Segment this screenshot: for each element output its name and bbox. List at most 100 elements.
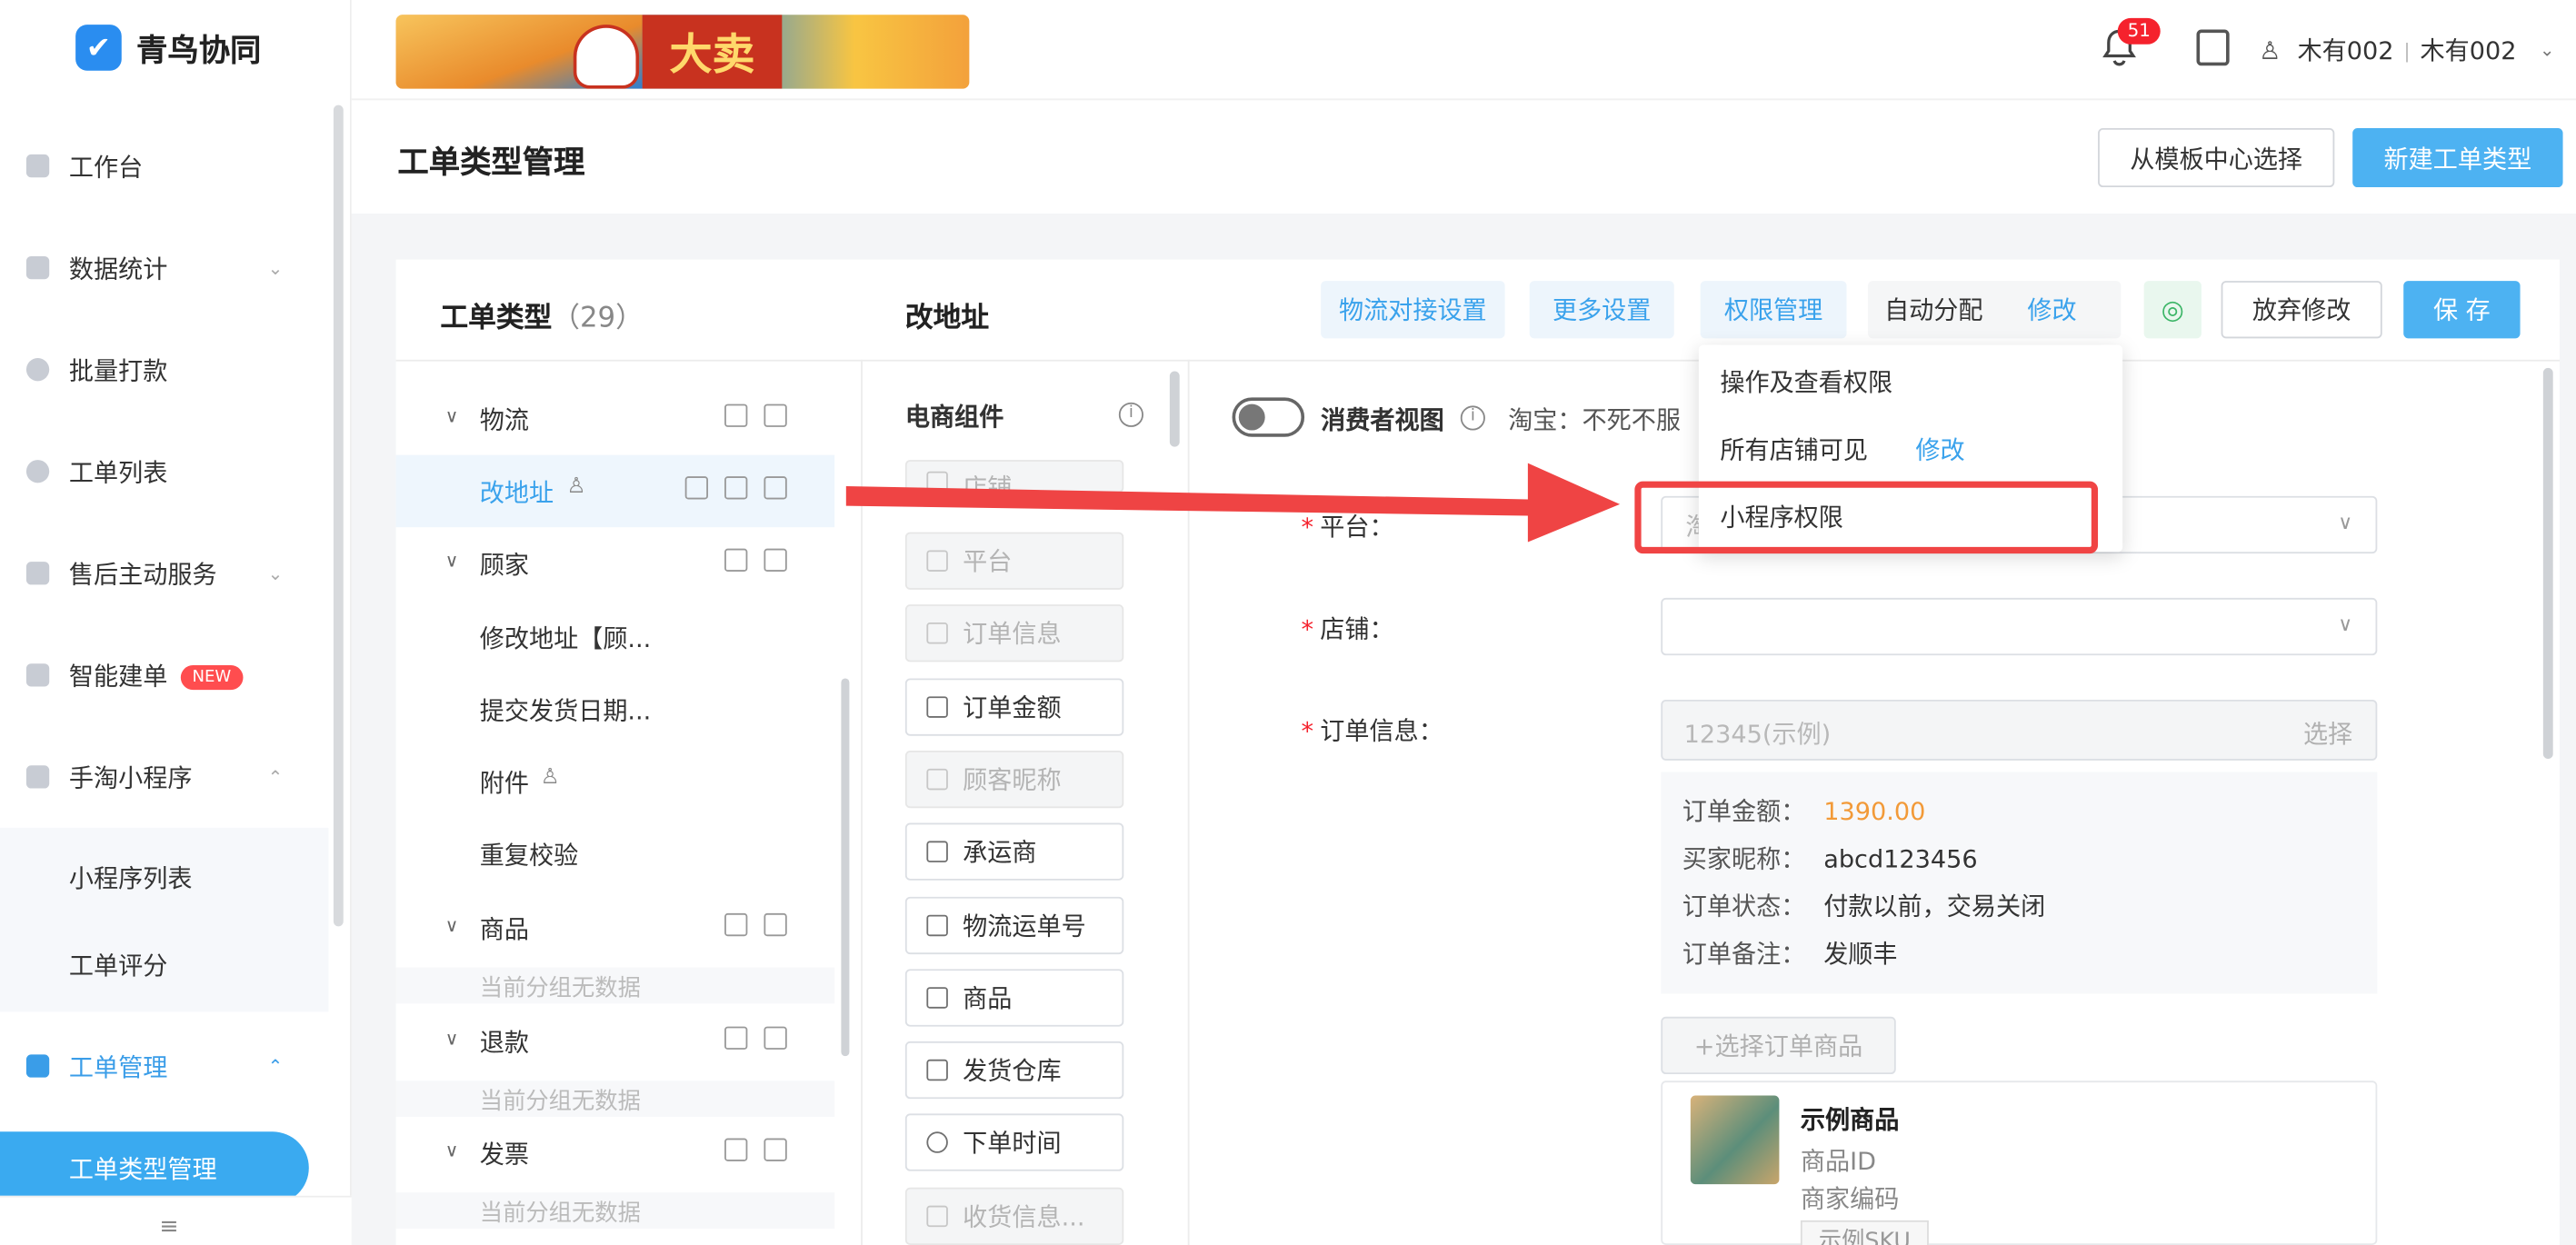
sidebar-item-label: 售后主动服务 [68, 559, 217, 589]
tree-item[interactable]: 修改地址【顾... [396, 602, 835, 674]
trash-icon[interactable] [764, 476, 787, 500]
new-ticket-type-button[interactable]: 新建工单类型 [2352, 127, 2563, 188]
tree-group-gujia[interactable]: ∨ 顾家 [396, 527, 835, 600]
user-menu[interactable]: ♙ 木有002 | 木有002 ⌄ [2259, 33, 2554, 67]
component-goods[interactable]: 商品 [904, 969, 1124, 1027]
tree-group-goods[interactable]: ∨ 商品 [396, 891, 835, 964]
tree-group-logistics[interactable]: ∨ 物流 [396, 383, 835, 455]
sidebar-item-batch-pay[interactable]: 批量打款 [0, 328, 328, 410]
row-actions [724, 1026, 787, 1050]
info-icon[interactable]: i [1460, 405, 1485, 431]
tab-logistics-settings[interactable]: 物流对接设置 [1321, 281, 1505, 339]
sidebar-item-aftersale[interactable]: 售后主动服务 ⌄ [0, 533, 328, 614]
order-info-input[interactable]: 12345(示例) 选择 [1661, 699, 2378, 761]
collapse-sidebar-icon[interactable]: ≡ [159, 1214, 178, 1240]
trash-icon[interactable] [764, 1138, 787, 1161]
sidebar-item-stats[interactable]: 数据统计 ⌄ [0, 226, 328, 308]
consumer-view-toggle[interactable] [1232, 397, 1305, 437]
tree-group-refund[interactable]: ∨ 退款 [396, 1005, 835, 1078]
edit-icon[interactable] [724, 403, 748, 427]
tree-item[interactable]: 重复校验 [396, 818, 835, 891]
chevron-down-icon: ∨ [2338, 511, 2353, 534]
order-info-label: * 订单信息： [1301, 716, 1443, 746]
auto-assign-modify-link[interactable]: 修改 [2027, 293, 2076, 327]
edit-icon[interactable] [724, 476, 748, 500]
edit-icon[interactable] [724, 1026, 748, 1050]
choose-template-button[interactable]: 从模板中心选择 [2098, 127, 2335, 188]
empty-group-notice: 当前分组无数据 [395, 1192, 835, 1229]
sidebar-item-ticket-list[interactable]: 工单列表 [0, 431, 328, 513]
trash-icon[interactable] [764, 1026, 787, 1050]
bag-icon [926, 987, 948, 1009]
tree-scrollbar[interactable] [841, 678, 850, 1057]
component-tracking-no[interactable]: 物流运单号 [904, 896, 1124, 955]
trash-icon[interactable] [764, 912, 787, 937]
sidebar-item-label: 工单列表 [68, 457, 168, 487]
component-customer-nick[interactable]: 顾客昵称 [904, 750, 1124, 809]
menu-item-all-shops-visible[interactable]: 所有店铺可见 [1720, 432, 1868, 466]
components-scrollbar[interactable] [1169, 371, 1180, 447]
bar-chart-icon [25, 255, 50, 280]
tree-item[interactable]: 提交发货日期... [396, 673, 835, 746]
order-select-link[interactable]: 选择 [2303, 716, 2352, 751]
sidebar-item-workbench[interactable]: 工作台 [0, 124, 328, 206]
row-actions [724, 548, 787, 572]
chevron-down-icon: ⌄ [267, 563, 284, 584]
sidebar-item-mini-program-list[interactable]: 小程序列表 [0, 836, 328, 918]
location-pin-icon[interactable]: ◎ [2143, 281, 2202, 339]
edit-icon[interactable] [724, 1138, 748, 1161]
component-receiver-info[interactable]: 收货信息... [904, 1187, 1124, 1245]
sidebar-item-ticket-rating[interactable]: 工单评分 [0, 923, 328, 1005]
edit-icon[interactable] [724, 912, 748, 937]
merchant-code: 商家编码 [1800, 1184, 1900, 1214]
info-icon[interactable]: i [1118, 402, 1143, 427]
platform-hint: 淘宝：不死不服 [1508, 405, 1681, 435]
row-actions [724, 1138, 787, 1161]
sidebar-item-label: 工作台 [68, 152, 144, 182]
copy-icon[interactable] [684, 476, 708, 500]
edit-icon[interactable] [724, 548, 748, 572]
menu-item-operate-view-permission[interactable]: 操作及查看权限 [1720, 364, 1892, 399]
promo-banner[interactable]: 大卖 [395, 15, 970, 89]
tree-group-invoice[interactable]: ∨ 发票 [396, 1117, 835, 1190]
tab-permission-manage[interactable]: 权限管理 [1700, 281, 1847, 339]
shops-visible-modify-link[interactable]: 修改 [1915, 432, 1964, 466]
tree-item-change-address[interactable]: 改地址 ♙ [395, 454, 835, 528]
tree-label: 物流 [479, 405, 530, 435]
tree-label: 提交发货日期... [479, 696, 652, 726]
component-warehouse[interactable]: 发货仓库 [904, 1041, 1124, 1100]
chevron-down-icon: ∨ [444, 405, 459, 427]
row-actions [724, 912, 787, 937]
save-button[interactable]: 保 存 [2403, 281, 2521, 339]
sidebar-item-smart-create[interactable]: 智能建单 NEW [0, 634, 328, 716]
component-order-time[interactable]: 下单时间 [904, 1113, 1124, 1171]
sidebar-item-ticket-manage[interactable]: 工单管理 ⌃ [0, 1025, 328, 1107]
sidebar-item-mini-program[interactable]: 手淘小程序 ⌃ [0, 736, 328, 818]
product-thumbnail [1690, 1095, 1780, 1185]
editor-title: 改地址 [904, 302, 990, 335]
trash-icon[interactable] [764, 403, 787, 427]
app-logo[interactable]: ✔ 青鸟协同 [75, 25, 261, 71]
select-order-goods-button[interactable]: +选择订单商品 [1661, 1016, 1896, 1075]
buyer-nick-row: 买家昵称： abcd123456 [1682, 844, 1978, 874]
ticket-icon [25, 1054, 50, 1078]
discard-changes-button[interactable]: 放弃修改 [2221, 281, 2382, 339]
user-divider: | [2403, 38, 2411, 62]
checklist-icon [926, 622, 948, 644]
tree-item-attachment[interactable]: 附件 ♙ [396, 746, 835, 819]
tab-more-settings[interactable]: 更多设置 [1529, 281, 1674, 339]
component-order-info[interactable]: 订单信息 [904, 604, 1124, 662]
user-icon: ♙ [540, 765, 560, 791]
sidebar-item-label: 工单评分 [68, 950, 168, 981]
monitor-icon [25, 154, 50, 178]
clipboard-icon [25, 765, 50, 789]
doc-icon [25, 663, 50, 687]
sidebar-item-label: 工单类型管理 [68, 1153, 217, 1184]
component-carrier[interactable]: 承运商 [904, 822, 1124, 881]
trash-icon[interactable] [764, 548, 787, 572]
form-scrollbar[interactable] [2542, 367, 2553, 760]
component-order-amount[interactable]: 订单金额 [904, 678, 1124, 736]
schedule-doc-icon[interactable] [2196, 29, 2230, 66]
sidebar-scrollbar[interactable] [333, 105, 344, 927]
shop-select[interactable]: ∨ [1661, 597, 2378, 656]
